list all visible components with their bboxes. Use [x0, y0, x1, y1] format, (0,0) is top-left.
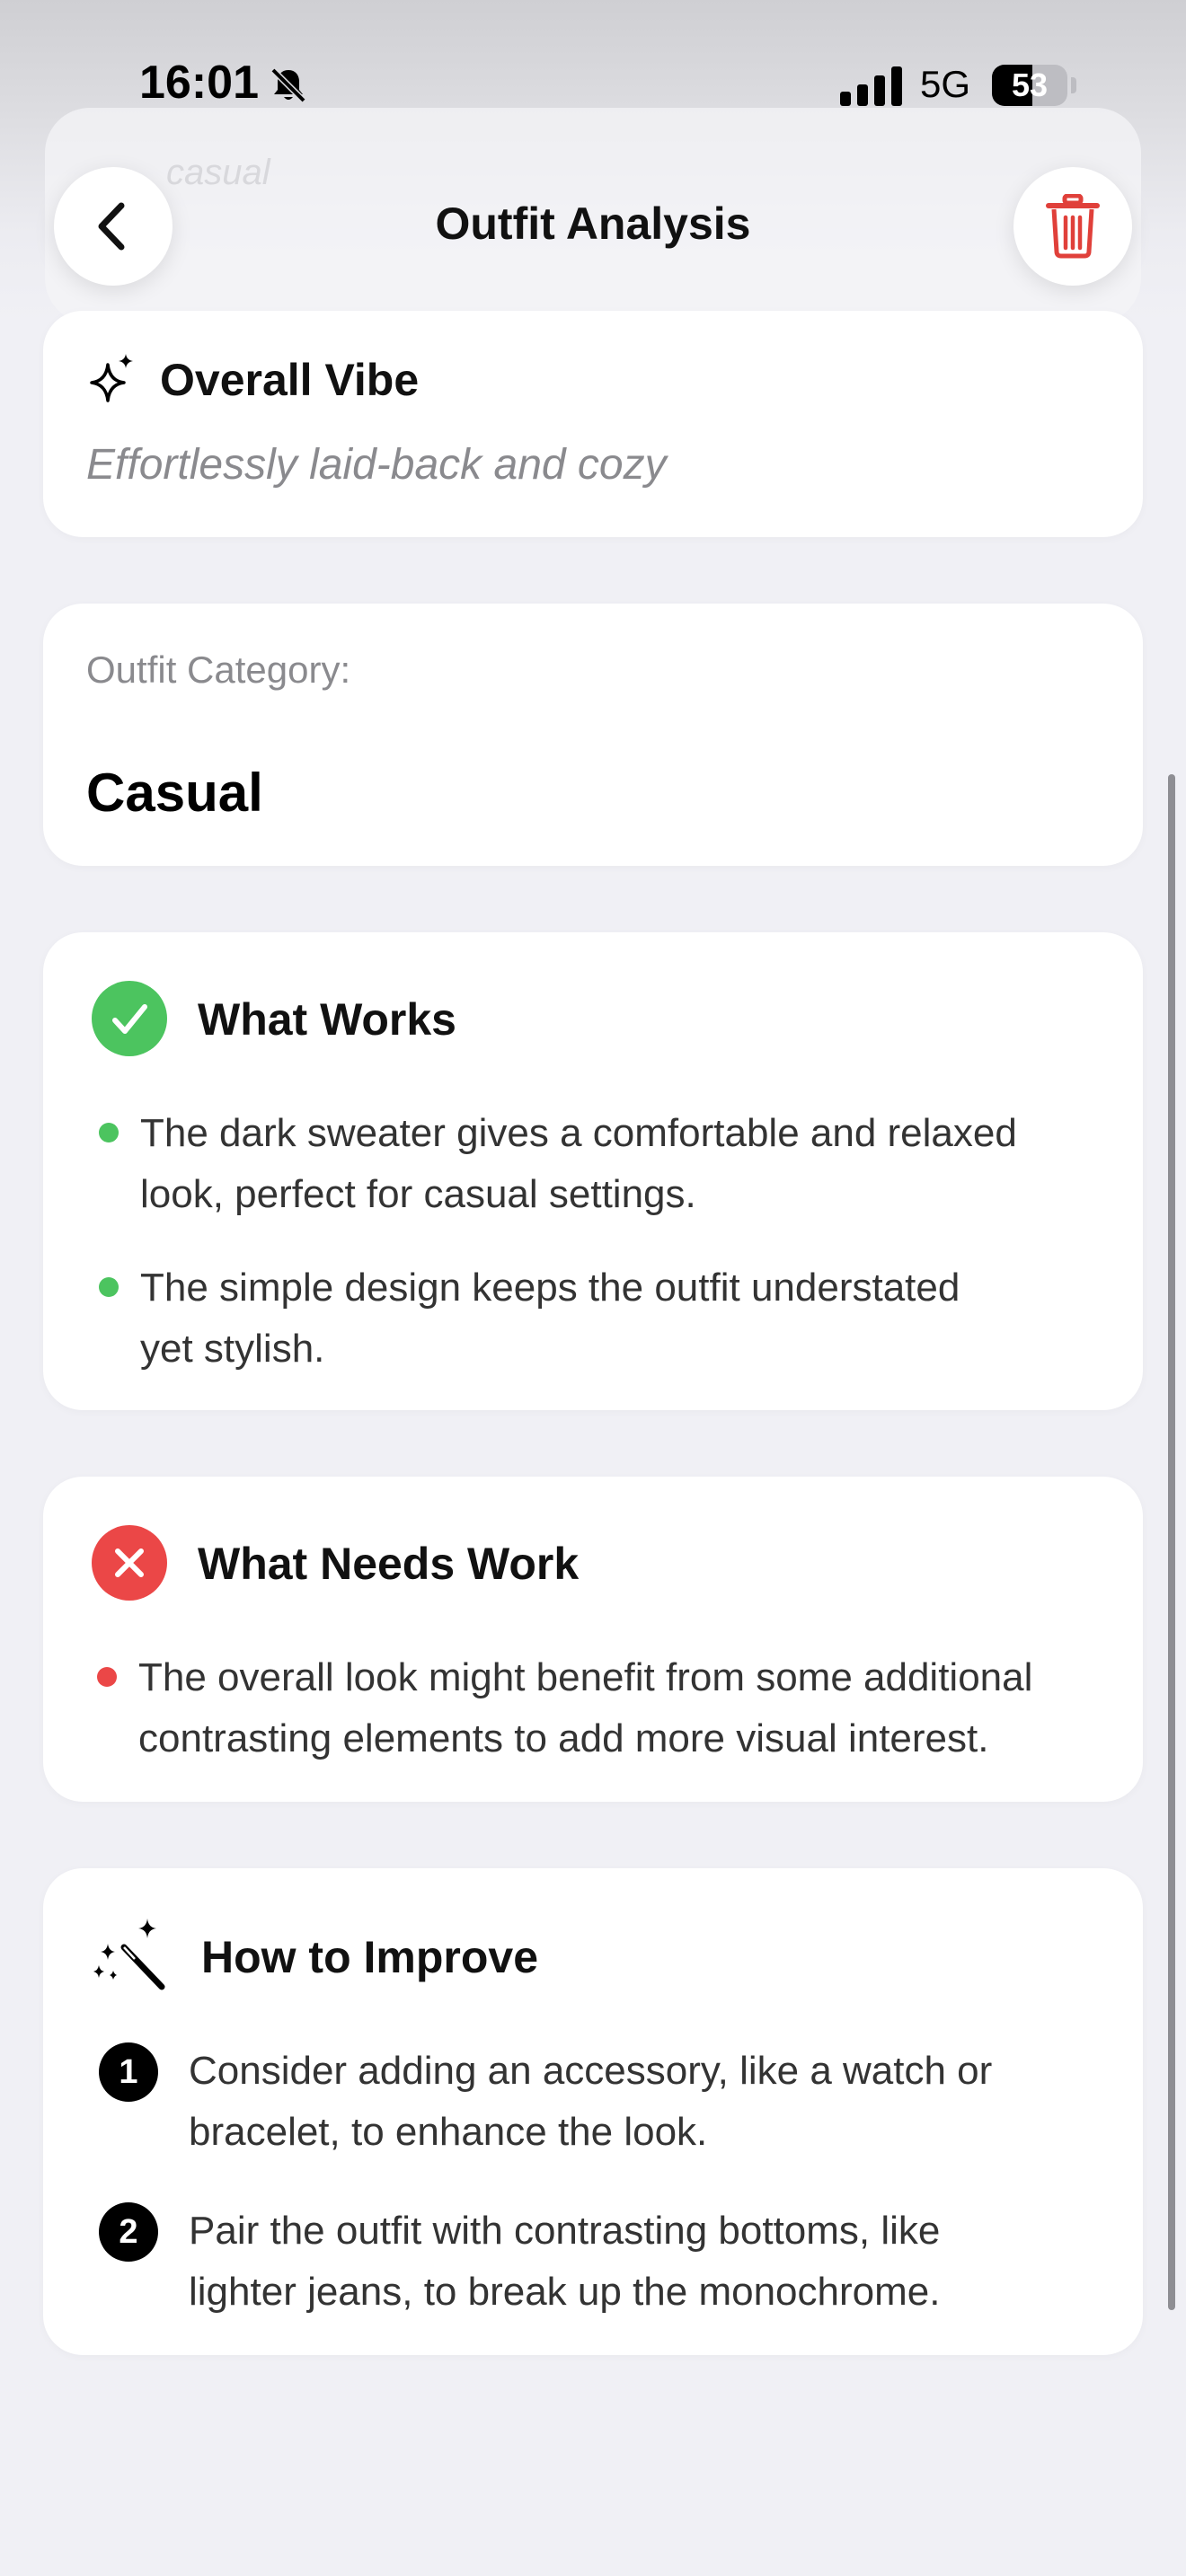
vertical-scrollbar[interactable]: [1168, 774, 1175, 2310]
how-to-improve-title: How to Improve: [201, 1932, 539, 1982]
step-number-badge: 1: [99, 2042, 158, 2102]
network-type: 5G: [920, 63, 971, 105]
list-item-text: bracelet, to enhance the look.: [189, 2110, 708, 2154]
bell-slash-icon: [270, 67, 306, 103]
battery-nub: [1071, 77, 1076, 93]
bullet-dot: [99, 1277, 119, 1297]
list-item-text: The simple design keeps the outfit under…: [140, 1266, 960, 1310]
overall-vibe-text: Effortlessly laid-back and cozy: [86, 441, 667, 489]
list-item-text: The overall look might benefit from some…: [138, 1655, 1033, 1699]
bullet-dot: [97, 1667, 117, 1687]
outfit-category-label: Outfit Category:: [86, 648, 351, 691]
outfit-category-value: Casual: [86, 763, 263, 823]
x-circle-icon: [92, 1525, 167, 1601]
step-number-badge: 2: [99, 2202, 158, 2262]
background-ghost-text: casual: [166, 153, 270, 192]
list-item-text: yet stylish.: [140, 1327, 325, 1371]
overall-vibe-title: Overall Vibe: [160, 355, 420, 405]
trash-icon: [1046, 194, 1100, 259]
what-needs-work-card: What Needs Work The overall look might b…: [43, 1477, 1143, 1802]
bullet-dot: [99, 1123, 119, 1142]
list-item-text: contrasting elements to add more visual …: [138, 1716, 989, 1760]
page-title: Outfit Analysis: [435, 198, 751, 249]
cellular-signal-icon: [840, 66, 902, 106]
status-time: 16:01: [139, 57, 259, 109]
outfit-category-card: Outfit Category: Casual: [43, 604, 1143, 866]
what-needs-work-title: What Needs Work: [198, 1539, 580, 1589]
battery-icon: 53: [992, 65, 1067, 106]
list-item-text: The dark sweater gives a comfortable and…: [140, 1111, 1017, 1155]
sparkles-icon: [90, 354, 133, 402]
overall-vibe-card: Overall Vibe Effortlessly laid-back and …: [43, 311, 1143, 537]
magic-wand-icon: [93, 1919, 165, 1990]
what-works-card: What Works The dark sweater gives a comf…: [43, 932, 1143, 1410]
battery-level: 53: [1011, 66, 1049, 103]
delete-button[interactable]: [1013, 167, 1132, 286]
list-item-text: Pair the outfit with contrasting bottoms…: [189, 2209, 941, 2253]
checkmark-circle-icon: [92, 981, 167, 1056]
what-works-title: What Works: [198, 994, 456, 1045]
list-item-text: lighter jeans, to break up the monochrom…: [189, 2270, 941, 2314]
list-item-text: look, perfect for casual settings.: [140, 1172, 696, 1216]
list-item-text: Consider adding an accessory, like a wat…: [189, 2049, 993, 2093]
how-to-improve-card: How to Improve 1 Consider adding an acce…: [43, 1868, 1143, 2355]
